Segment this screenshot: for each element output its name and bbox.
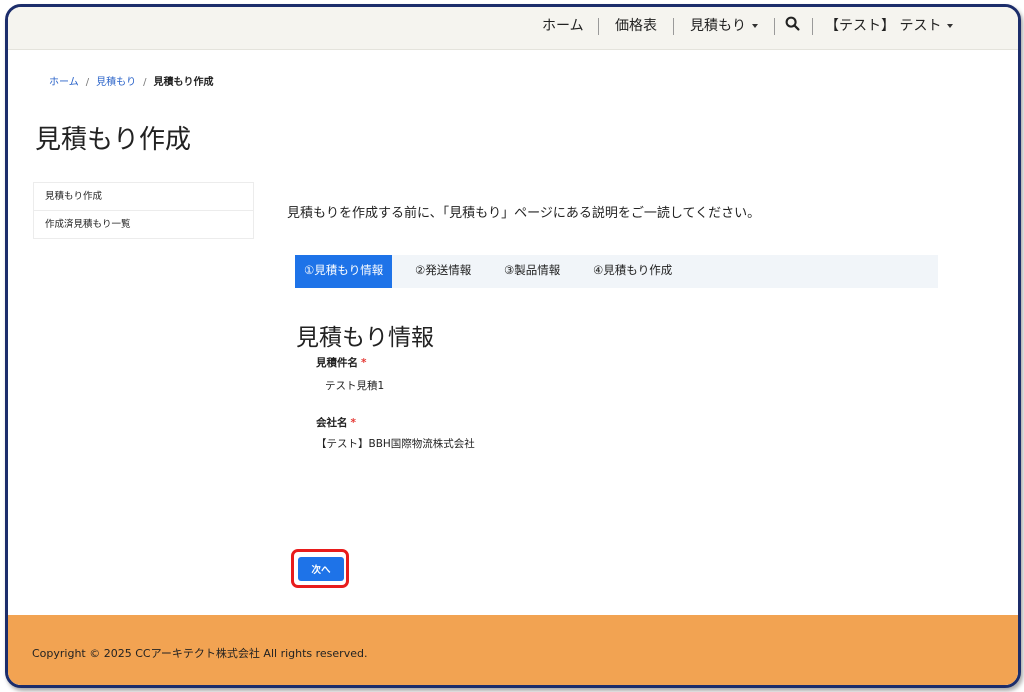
breadcrumb-separator: / [143,77,147,88]
nav-price-list-link[interactable]: 価格表 [615,7,657,49]
caret-down-icon [947,24,954,28]
estimate-name-label-text: 見積件名 [316,357,358,369]
step-tabs: ①見積もり情報 ②発送情報 ③製品情報 ④見積もり作成 [295,255,938,288]
breadcrumb: ホーム / 見積もり / 見積もり作成 [49,73,213,88]
footer: Copyright © 2025 CCアーキテクト株式会社 All rights… [8,615,1018,685]
intro-text: 見積もりを作成する前に、「見積もり」ページにある説明をご一読してください。 [287,206,761,221]
search-button[interactable] [785,16,803,36]
step-tab-estimate-info[interactable]: ①見積もり情報 [295,255,393,288]
company-name-label-text: 会社名 [316,417,348,429]
required-mark: * [361,357,367,369]
caret-down-icon [752,24,758,28]
top-navbar: ホーム 価格表 見積もり 【テスト】 テスト [8,7,1018,50]
app-window: ホーム 価格表 見積もり 【テスト】 テスト ホーム / 見積もり / 見積もり作成 見… [5,4,1021,688]
user-name: 【テスト】 テスト [825,18,942,34]
nav-estimate-dropdown[interactable]: 見積もり [690,7,758,49]
section-title: 見積もり情報 [296,325,434,351]
next-button[interactable]: 次へ [298,557,344,581]
step-tab-shipping-info[interactable]: ②発送情報 [415,255,471,288]
user-menu-dropdown[interactable]: 【テスト】 テスト [825,7,954,49]
side-menu-item-estimate-list[interactable]: 作成済見積もり一覧 [34,210,253,238]
nav-divider [673,18,674,35]
required-mark: * [350,417,357,429]
side-menu-item-create-estimate[interactable]: 見積もり作成 [34,183,253,210]
nav-estimate-label: 見積もり [690,18,746,34]
breadcrumb-home-link[interactable]: ホーム [49,77,79,88]
step-tab-product-info[interactable]: ③製品情報 [504,255,560,288]
side-menu: 見積もり作成 作成済見積もり一覧 [33,182,254,239]
nav-home-link[interactable]: ホーム [542,7,584,49]
page-title: 見積もり作成 [35,125,192,155]
nav-divider [774,18,775,35]
company-name-label: 会社名 * [316,415,356,430]
step-tab-create-estimate[interactable]: ④見積もり作成 [593,255,672,288]
estimate-name-label: 見積件名 * [316,355,367,370]
estimate-name-field[interactable]: テスト見積1 [325,378,384,393]
nav-divider [812,18,813,35]
copyright-text: Copyright © 2025 CCアーキテクト株式会社 All rights… [32,647,368,660]
breadcrumb-separator: / [85,77,90,88]
breadcrumb-estimate-link[interactable]: 見積もり [96,77,136,88]
company-name-value: 【テスト】BBH国際物流株式会社 [316,438,475,450]
breadcrumb-current: 見積もり作成 [153,77,214,88]
nav-divider [598,18,599,35]
search-icon [785,16,800,31]
